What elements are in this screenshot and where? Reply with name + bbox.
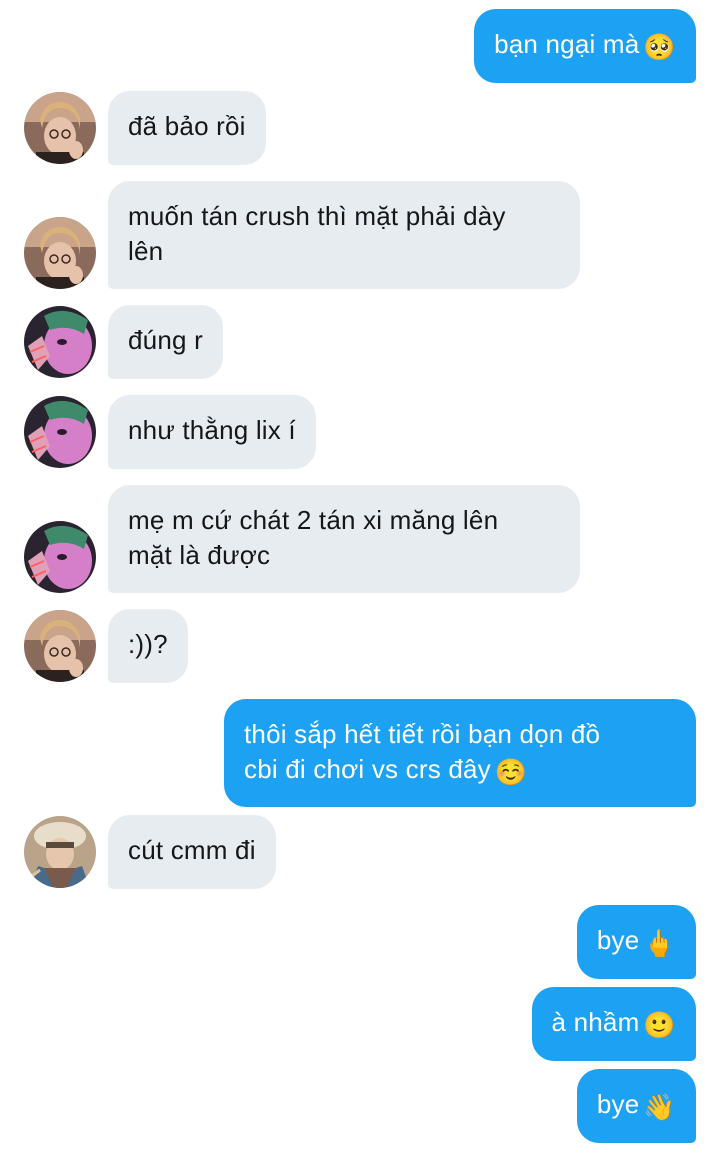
message-text: cút cmm đi bbox=[128, 835, 256, 865]
avatar[interactable] bbox=[24, 92, 96, 164]
message-text: :))? bbox=[128, 629, 168, 659]
message-text: đã bảo rồi bbox=[128, 111, 246, 141]
avatar[interactable] bbox=[24, 816, 96, 888]
pleading-face-emoji: 🥺 bbox=[643, 32, 676, 62]
message-bubble-outgoing[interactable]: thôi sắp hết tiết rồi bạn dọn đồ cbi đi … bbox=[224, 699, 696, 807]
message-bubble-outgoing[interactable]: à nhầm 🙂 bbox=[531, 987, 696, 1061]
middle-finger-emoji: 🖕 bbox=[643, 928, 676, 958]
message-text-line: muốn tán crush thì mặt phải dày bbox=[128, 201, 506, 231]
message-text-line: lên bbox=[128, 236, 164, 266]
message-text-line: mặt là được bbox=[128, 540, 271, 570]
avatar-user-b-image bbox=[24, 306, 96, 378]
waving-hand-emoji: 👋 bbox=[643, 1092, 676, 1122]
message-text: à nhầm bbox=[551, 1007, 640, 1037]
avatar-user-b-image bbox=[24, 396, 96, 468]
avatar-user-b-image bbox=[24, 521, 96, 593]
avatar[interactable] bbox=[24, 217, 96, 289]
message-bubble-outgoing[interactable]: bye 👋 bbox=[576, 1069, 696, 1143]
avatar-user-a-image bbox=[24, 610, 96, 682]
message-text-line: mẹ m cứ chát 2 tán xi măng lên bbox=[128, 505, 499, 535]
avatar[interactable] bbox=[24, 396, 96, 468]
message-bubble-incoming[interactable]: cút cmm đi bbox=[108, 815, 276, 889]
slightly-smiling-face-emoji: 🙂 bbox=[643, 1010, 676, 1040]
message-bubble-incoming[interactable]: :))? bbox=[108, 609, 188, 683]
message-text: bye bbox=[596, 925, 640, 955]
message-text-line: thôi sắp hết tiết rồi bạn dọn đồ bbox=[244, 719, 601, 749]
avatar-user-c-image bbox=[24, 816, 96, 888]
message-bubble-incoming[interactable]: như thằng lix í bbox=[108, 395, 316, 469]
message-text: đúng r bbox=[128, 325, 203, 355]
message-text: như thằng lix í bbox=[128, 415, 296, 445]
message-text: bạn ngại mà bbox=[494, 29, 640, 59]
message-bubble-outgoing[interactable]: bạn ngại mà 🥺 bbox=[474, 9, 696, 83]
message-text-line: cbi đi chơi vs crs đây bbox=[244, 754, 491, 784]
message-bubble-incoming[interactable]: muốn tán crush thì mặt phải dày lên bbox=[108, 181, 580, 289]
avatar-user-a-image bbox=[24, 92, 96, 164]
message-bubble-incoming[interactable]: mẹ m cứ chát 2 tán xi măng lên mặt là đư… bbox=[108, 485, 580, 593]
avatar-user-a-image bbox=[24, 217, 96, 289]
message-bubble-incoming[interactable]: đã bảo rồi bbox=[108, 91, 266, 165]
message-text: bye bbox=[596, 1089, 640, 1119]
avatar[interactable] bbox=[24, 521, 96, 593]
message-bubble-incoming[interactable]: đúng r bbox=[108, 305, 223, 379]
avatar[interactable] bbox=[24, 306, 96, 378]
message-bubble-outgoing[interactable]: bye 🖕 bbox=[576, 905, 696, 979]
avatar[interactable] bbox=[24, 610, 96, 682]
smiling-face-emoji: ☺️ bbox=[494, 757, 528, 787]
